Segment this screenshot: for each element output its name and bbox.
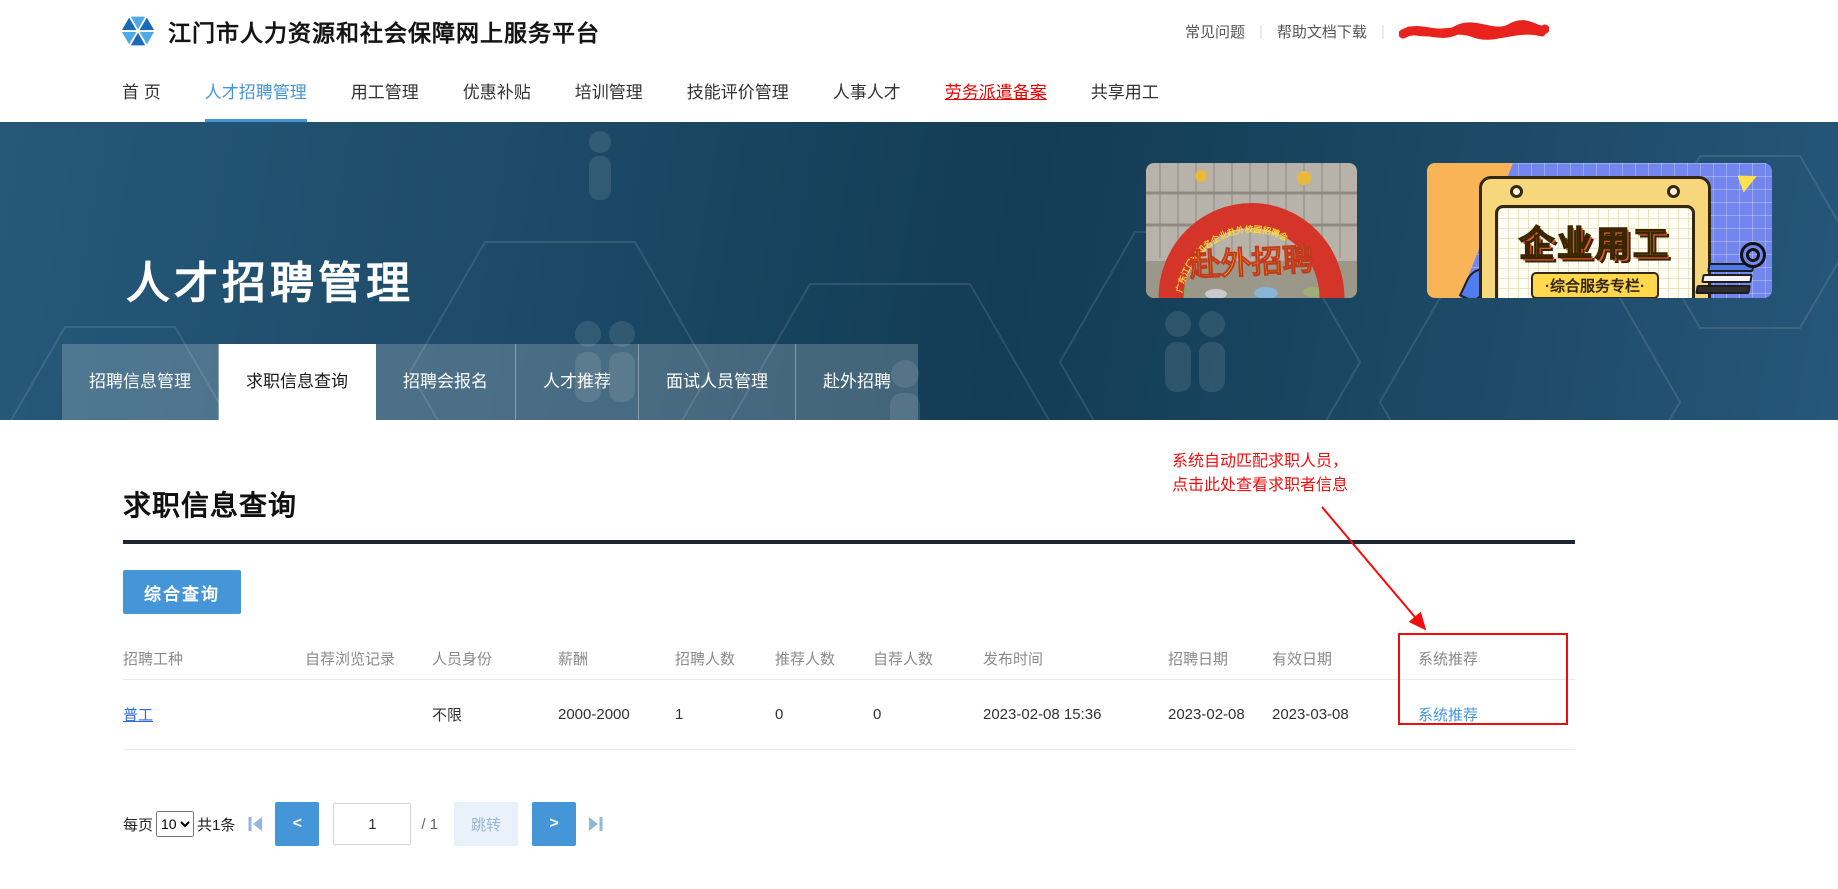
subtab-outbound-recruitment[interactable]: 赴外招聘 [796, 344, 918, 420]
banner-subtitle: ·综合服务专栏· [1531, 272, 1659, 298]
col-salary: 薪酬 [558, 648, 675, 669]
col-system-recommend: 系统推荐 [1418, 648, 1575, 669]
logo-icon [120, 13, 156, 49]
job-seeker-table: 招聘工种 自荐浏览记录 人员身份 薪酬 招聘人数 推荐人数 自荐人数 发布时间 … [123, 638, 1575, 750]
help-doc-download-link[interactable]: 帮助文档下载 [1277, 21, 1367, 42]
jump-button[interactable]: 跳转 [454, 802, 518, 846]
header-links: 常见问题 | 帮助文档下载 | [1185, 0, 1549, 62]
annotation-line-2: 点击此处查看求职者信息 [1172, 474, 1348, 498]
col-identity: 人员身份 [432, 648, 558, 669]
col-browse-record: 自荐浏览记录 [305, 648, 432, 669]
cell-recruit-count: 1 [675, 706, 775, 723]
col-recruit-count: 招聘人数 [675, 648, 775, 669]
page-title: 求职信息查询 [123, 484, 1838, 524]
annotation-text: 系统自动匹配求职人员， 点击此处查看求职者信息 [1172, 450, 1348, 498]
main-nav: 首 页 人才招聘管理 用工管理 优惠补贴 培训管理 技能评价管理 人事人才 劳务… [0, 62, 1838, 122]
nav-item-skill-evaluation[interactable]: 技能评价管理 [687, 62, 789, 122]
per-page-label: 每页 [123, 814, 153, 835]
banner-title: 企业用工 [1498, 216, 1692, 267]
nav-item-hr[interactable]: 人事人才 [833, 62, 901, 122]
hero-banner: 人才招聘管理 广东江门市知名企业赴外校园招聘会 [0, 122, 1838, 420]
cell-publish-time: 2023-02-08 15:36 [983, 706, 1168, 723]
next-page-button[interactable]: > [532, 802, 576, 846]
col-publish-time: 发布时间 [983, 648, 1168, 669]
divider: | [1381, 23, 1385, 40]
annotation-line-1: 系统自动匹配求职人员， [1172, 450, 1348, 474]
hero-title: 人才招聘管理 [126, 247, 414, 311]
job-type-link[interactable]: 普工 [123, 707, 153, 724]
total-count-label: 共1条 [197, 814, 235, 835]
spiral-decoration [1740, 242, 1766, 268]
prev-page-button[interactable]: < [275, 802, 319, 846]
subtab-recruitment-info[interactable]: 招聘信息管理 [62, 344, 219, 420]
nav-item-shared-employment[interactable]: 共享用工 [1091, 62, 1159, 122]
nav-item-training[interactable]: 培训管理 [575, 62, 643, 122]
subtab-job-seeker-query[interactable]: 求职信息查询 [219, 344, 376, 420]
outbound-recruitment-banner[interactable]: 广东江门市知名企业赴外校园招聘会 赴外招聘 [1146, 163, 1357, 298]
site-header: 江门市人力资源和社会保障网上服务平台 常见问题 | 帮助文档下载 | [0, 0, 1838, 62]
screw-decoration [1667, 185, 1680, 198]
cell-recruit-date: 2023-02-08 [1168, 706, 1272, 723]
col-recruit-date: 招聘日期 [1168, 648, 1272, 669]
pagination-bar: 每页 10 共1条 < / 1 跳转 > [123, 802, 1838, 846]
site-title: 江门市人力资源和社会保障网上服务平台 [168, 14, 600, 48]
nav-item-talent-recruitment[interactable]: 人才招聘管理 [205, 62, 307, 122]
comprehensive-query-button[interactable]: 综合查询 [123, 570, 241, 614]
subtab-talent-recommend[interactable]: 人才推荐 [516, 344, 639, 420]
subtab-job-fair-signup[interactable]: 招聘会报名 [376, 344, 516, 420]
sign-board: 企业用工 ·综合服务专栏· [1479, 176, 1711, 298]
system-recommend-link[interactable]: 系统推荐 [1418, 707, 1478, 724]
nav-item-labor-dispatch[interactable]: 劳务派遣备案 [945, 62, 1047, 122]
cell-valid-date: 2023-03-08 [1272, 706, 1418, 723]
first-page-icon[interactable] [246, 815, 264, 833]
divider: | [1259, 23, 1263, 40]
per-page-select[interactable]: 10 [156, 811, 194, 837]
cell-self-count: 0 [873, 706, 983, 723]
nav-item-employment[interactable]: 用工管理 [351, 62, 419, 122]
nav-item-subsidy[interactable]: 优惠补贴 [463, 62, 531, 122]
page-number-input[interactable] [333, 803, 411, 845]
col-self-count: 自荐人数 [873, 648, 983, 669]
col-recommend-count: 推荐人数 [775, 648, 873, 669]
faq-link[interactable]: 常见问题 [1185, 21, 1245, 42]
cell-identity: 不限 [432, 704, 558, 725]
nav-item-home[interactable]: 首 页 [122, 62, 161, 122]
last-page-icon[interactable] [587, 815, 605, 833]
col-valid-date: 有效日期 [1272, 648, 1418, 669]
table-row: 普工 不限 2000-2000 1 0 0 2023-02-08 15:36 2… [123, 680, 1575, 750]
banner-caption: 赴外招聘 [1188, 242, 1315, 283]
table-header-row: 招聘工种 自荐浏览记录 人员身份 薪酬 招聘人数 推荐人数 自荐人数 发布时间 … [123, 638, 1575, 680]
col-job-type: 招聘工种 [123, 648, 305, 669]
page-total-label: / 1 [421, 816, 438, 833]
enterprise-employment-banner[interactable]: 企业用工 ·综合服务专栏· [1427, 163, 1772, 298]
paper-plane-icon [1737, 169, 1760, 192]
screw-decoration [1510, 185, 1523, 198]
heading-rule [123, 540, 1575, 544]
subtab-bar: 招聘信息管理 求职信息查询 招聘会报名 人才推荐 面试人员管理 赴外招聘 [62, 344, 918, 420]
cell-salary: 2000-2000 [558, 706, 675, 723]
cell-recommend-count: 0 [775, 706, 873, 723]
subtab-interviewee-management[interactable]: 面试人员管理 [639, 344, 796, 420]
main-content: 求职信息查询 综合查询 招聘工种 自荐浏览记录 人员身份 薪酬 招聘人数 推荐人… [0, 484, 1838, 846]
books-decoration [1695, 263, 1754, 294]
redaction-scribble [1399, 18, 1549, 44]
